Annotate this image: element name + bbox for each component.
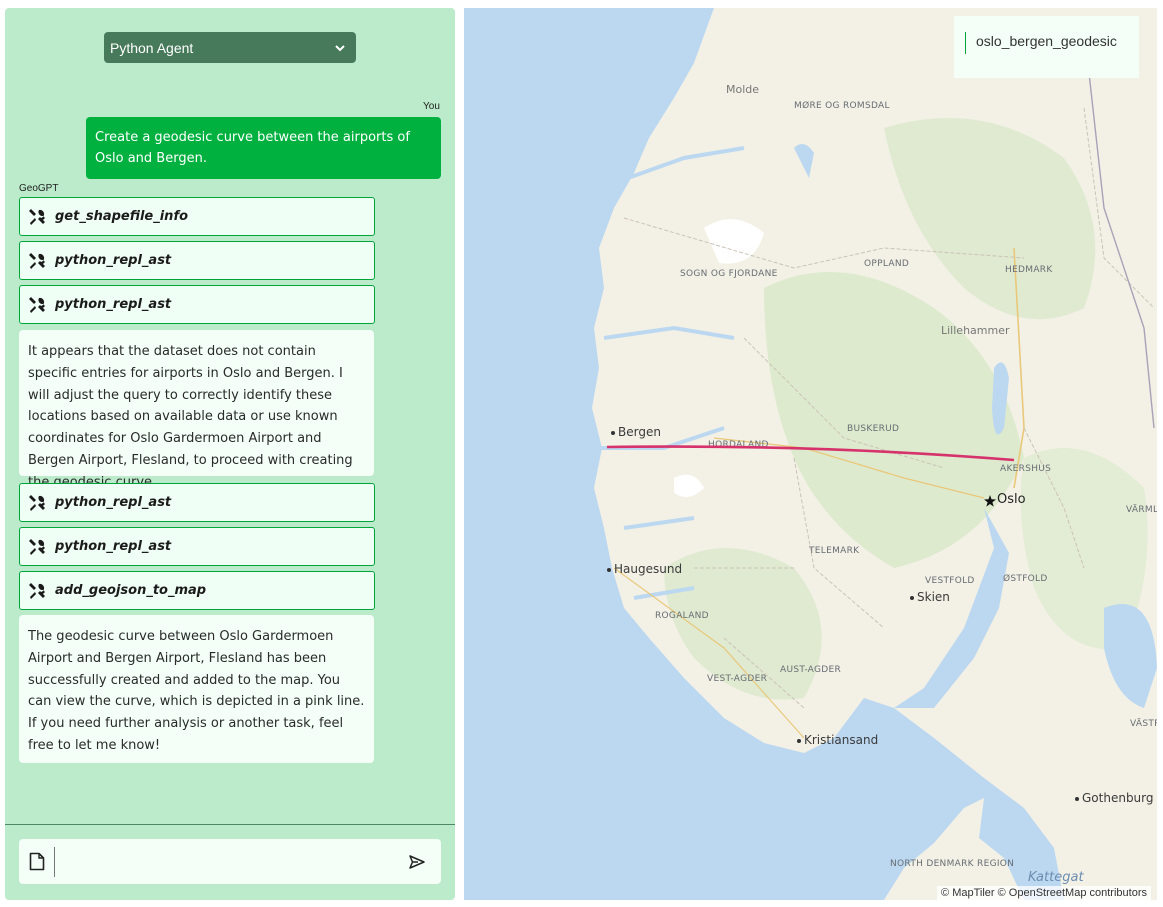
input-divider bbox=[5, 824, 455, 825]
tool-call-python-repl-ast[interactable]: python_repl_ast bbox=[19, 483, 375, 522]
agent-select[interactable]: Python Agent bbox=[104, 32, 356, 63]
tools-icon bbox=[29, 538, 45, 555]
tool-call-label: add_geojson_to_map bbox=[55, 583, 207, 598]
chat-input-box bbox=[19, 839, 441, 884]
tool-call-label: python_repl_ast bbox=[55, 297, 172, 312]
tool-call-add-geojson-to-map[interactable]: add_geojson_to_map bbox=[19, 571, 375, 610]
geodesic-route-layer bbox=[606, 445, 1015, 462]
user-sender-label: You bbox=[423, 101, 440, 112]
map-attribution[interactable]: © MapTiler © OpenStreetMap contributors bbox=[937, 886, 1151, 900]
text-cursor bbox=[54, 847, 55, 877]
assistant-message: It appears that the dataset does not con… bbox=[19, 330, 374, 490]
tool-call-python-repl-ast[interactable]: python_repl_ast bbox=[19, 241, 375, 280]
layer-indicator bbox=[965, 32, 966, 54]
tool-call-python-repl-ast[interactable]: python_repl_ast bbox=[19, 285, 375, 324]
map-view[interactable]: MØRE OG ROMSDAL SOGN OG FJORDANE OPPLAND… bbox=[464, 8, 1157, 900]
tools-icon bbox=[29, 582, 45, 599]
agent-select-value: Python Agent bbox=[110, 39, 194, 56]
chat-input[interactable] bbox=[59, 847, 393, 879]
tools-icon bbox=[29, 252, 45, 269]
file-icon[interactable] bbox=[29, 852, 45, 871]
chevron-down-icon bbox=[335, 44, 345, 51]
tool-call-label: python_repl_ast bbox=[55, 253, 172, 268]
tool-call-label: get_shapefile_info bbox=[55, 209, 189, 224]
tools-icon bbox=[29, 494, 45, 511]
tool-call-label: python_repl_ast bbox=[55, 539, 172, 554]
layer-list: oslo_bergen_geodesic bbox=[954, 16, 1139, 78]
chat-panel: Python Agent You Create a geodesic curve… bbox=[5, 8, 455, 900]
tool-call-label: python_repl_ast bbox=[55, 495, 172, 510]
layer-item-label[interactable]: oslo_bergen_geodesic bbox=[976, 33, 1117, 49]
send-icon[interactable] bbox=[408, 853, 426, 871]
geodesic-route-line[interactable] bbox=[606, 445, 1015, 462]
tools-icon bbox=[29, 208, 45, 225]
user-message: Create a geodesic curve between the airp… bbox=[86, 117, 441, 179]
tool-call-get-shapefile-info[interactable]: get_shapefile_info bbox=[19, 197, 375, 236]
tools-icon bbox=[29, 296, 45, 313]
assistant-message: The geodesic curve between Oslo Gardermo… bbox=[19, 615, 374, 763]
assistant-sender-label: GeoGPT bbox=[19, 183, 59, 194]
tool-call-python-repl-ast[interactable]: python_repl_ast bbox=[19, 527, 375, 566]
